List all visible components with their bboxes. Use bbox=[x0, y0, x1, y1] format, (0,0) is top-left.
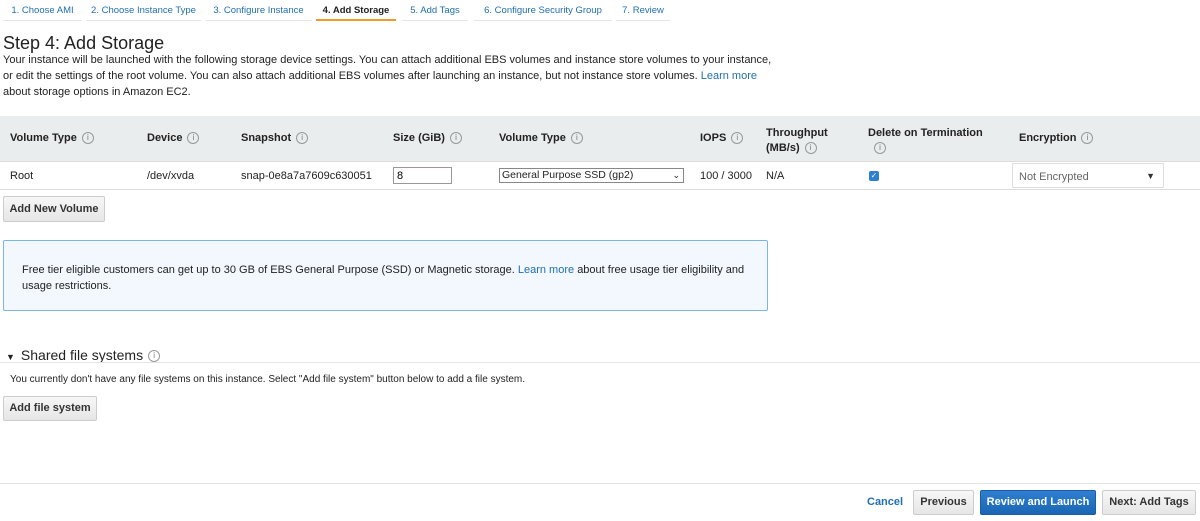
caret-down-icon: ▼ bbox=[6, 352, 15, 362]
cancel-link[interactable]: Cancel bbox=[867, 496, 903, 508]
cell-device: /dev/xvda bbox=[147, 170, 195, 182]
cell-throughput: N/A bbox=[766, 170, 785, 182]
col-encryption: Encryption i bbox=[1019, 132, 1094, 145]
review-and-launch-button[interactable]: Review and Launch bbox=[980, 490, 1096, 515]
info-icon[interactable]: i bbox=[804, 142, 817, 155]
tab-choose-ami[interactable]: 1. Choose AMI bbox=[3, 0, 82, 21]
tab-choose-instance-type[interactable]: 2. Choose Instance Type bbox=[86, 0, 201, 21]
shared-fs-text: You currently don't have any file system… bbox=[10, 374, 526, 385]
info-icon[interactable]: i bbox=[296, 132, 309, 145]
col-device: Device i bbox=[147, 132, 200, 145]
info-icon[interactable]: i bbox=[1081, 132, 1094, 145]
add-new-volume-button[interactable]: Add New Volume bbox=[3, 196, 105, 222]
info-icon[interactable]: i bbox=[449, 132, 462, 145]
footer-divider bbox=[0, 483, 1200, 484]
info-icon[interactable]: i bbox=[81, 132, 94, 145]
table-header: Volume Type i Device i Snapshot i Size (GiB… bbox=[0, 116, 1200, 162]
chevron-down-icon: ⌄ bbox=[672, 170, 680, 180]
col-throughput: Throughput (MB/s) i bbox=[766, 127, 828, 155]
tab-configure-instance[interactable]: 3. Configure Instance bbox=[205, 0, 312, 21]
info-icon[interactable]: i bbox=[874, 142, 886, 155]
col-iops: IOPS i bbox=[700, 132, 744, 145]
volume-type-select[interactable]: General Purpose SSD (gp2) ⌄ bbox=[499, 168, 684, 183]
description-tail: about storage options in Amazon EC2. bbox=[3, 86, 191, 98]
cell-volume-type: Root bbox=[10, 170, 34, 182]
cell-snapshot: snap-0e8a7a7609c630051 bbox=[241, 170, 372, 182]
tab-configure-security-group[interactable]: 6. Configure Security Group bbox=[474, 0, 612, 21]
col-size: Size (GiB) i bbox=[393, 132, 462, 145]
caret-down-icon: ▼ bbox=[1146, 171, 1155, 181]
col-snapshot: Snapshot i bbox=[241, 132, 309, 145]
free-tier-learn-more-link[interactable]: Learn more bbox=[518, 264, 574, 276]
delete-on-termination-checkbox[interactable]: ✓ bbox=[869, 171, 879, 181]
cell-iops: 100 / 3000 bbox=[700, 170, 752, 182]
shared-fs-title: Shared file systems bbox=[20, 347, 144, 363]
free-tier-text: Free tier eligible customers can get up … bbox=[22, 264, 515, 276]
description-text: Your instance will be launched with the … bbox=[3, 54, 772, 82]
col-volume-type: Volume Type i bbox=[10, 132, 94, 145]
free-tier-info-box: Free tier eligible customers can get up … bbox=[3, 240, 768, 311]
divider bbox=[0, 362, 1200, 363]
col-ebs-volume-type: Volume Type i bbox=[499, 132, 583, 145]
learn-more-link[interactable]: Learn more bbox=[701, 70, 757, 82]
col-delete-on-termination: Delete on Termination i bbox=[868, 127, 983, 155]
shared-fs-header[interactable]: ▼ Shared file systems i bbox=[6, 347, 161, 363]
info-icon[interactable]: i bbox=[187, 132, 200, 145]
next-add-tags-button[interactable]: Next: Add Tags bbox=[1102, 490, 1196, 515]
size-input[interactable] bbox=[393, 167, 452, 184]
tab-add-storage[interactable]: 4. Add Storage bbox=[316, 0, 396, 21]
page-description: Your instance will be launched with the … bbox=[3, 52, 773, 100]
encryption-select[interactable]: Not Encrypted ▼ bbox=[1012, 163, 1164, 188]
table-row: Root /dev/xvda snap-0e8a7a7609c630051 Ge… bbox=[0, 162, 1200, 190]
info-icon[interactable]: i bbox=[148, 350, 161, 363]
page-title: Step 4: Add Storage bbox=[3, 33, 165, 53]
info-icon[interactable]: i bbox=[570, 132, 583, 145]
add-file-system-button[interactable]: Add file system bbox=[3, 396, 97, 421]
info-icon[interactable]: i bbox=[731, 132, 744, 145]
previous-button[interactable]: Previous bbox=[913, 490, 974, 515]
tab-review[interactable]: 7. Review bbox=[616, 0, 670, 21]
tab-add-tags[interactable]: 5. Add Tags bbox=[402, 0, 468, 21]
